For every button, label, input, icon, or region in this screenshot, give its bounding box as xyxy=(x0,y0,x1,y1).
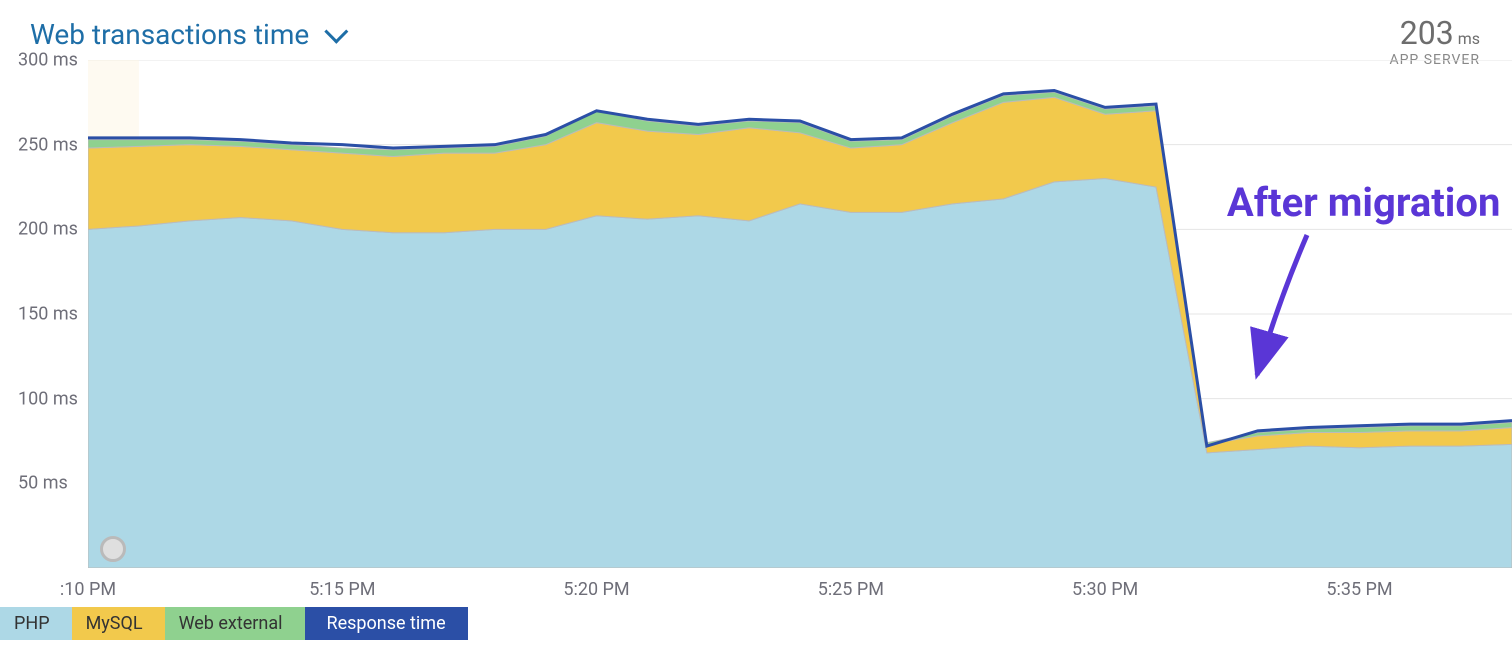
summary-unit: ms xyxy=(1458,29,1480,48)
legend-item-web-external[interactable]: Web external xyxy=(165,607,305,640)
chart-title: Web transactions time xyxy=(30,18,309,51)
legend-item-php[interactable]: PHP xyxy=(0,607,72,640)
chart-title-dropdown[interactable]: Web transactions time xyxy=(30,18,342,51)
plot-area: :10 PM 5:15 PM 5:20 PM 5:25 PM 5:30 PM 5… xyxy=(88,60,1512,568)
y-tick-50: 50 ms xyxy=(18,473,68,494)
marker-icon xyxy=(100,536,126,562)
y-tick-200: 200 ms xyxy=(18,219,78,240)
area-php xyxy=(88,179,1512,568)
y-tick-250: 250 ms xyxy=(18,134,78,155)
chart-root: Web transactions time 203ms APP SERVER 3… xyxy=(0,0,1512,656)
y-tick-150: 150 ms xyxy=(18,304,78,325)
x-tick-3: 5:25 PM xyxy=(818,579,884,600)
chevron-down-icon xyxy=(325,20,349,44)
legend-item-response-time[interactable]: Response time xyxy=(305,607,468,640)
legend-item-mysql[interactable]: MySQL xyxy=(72,607,165,640)
x-tick-2: 5:20 PM xyxy=(563,579,629,600)
chart-svg xyxy=(88,60,1512,568)
y-tick-300: 300 ms xyxy=(18,50,78,71)
summary-value: 203 xyxy=(1400,14,1454,52)
x-tick-5: 5:35 PM xyxy=(1326,579,1392,600)
x-tick-1: 5:15 PM xyxy=(309,579,375,600)
legend: PHP MySQL Web external Response time xyxy=(0,607,468,640)
y-tick-100: 100 ms xyxy=(18,388,78,409)
x-tick-0: :10 PM xyxy=(60,579,116,600)
x-tick-4: 5:30 PM xyxy=(1072,579,1138,600)
